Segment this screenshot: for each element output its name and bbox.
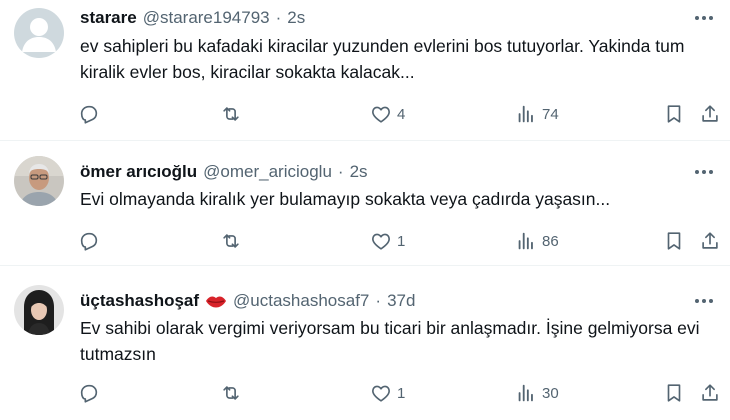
avatar[interactable] [14, 285, 64, 335]
like-button[interactable]: 1 [370, 229, 405, 253]
display-name[interactable]: ömer arıcıoğlu [80, 162, 197, 182]
tweet-actions: 1 30 [78, 381, 720, 405]
user-handle[interactable]: @uctashashosaf7 [233, 291, 369, 311]
heart-icon [372, 385, 390, 402]
timestamp[interactable]: 37d [387, 291, 415, 311]
tweet-text: Evi olmayanda kiralık yer bulamayıp soka… [80, 189, 611, 209]
default-avatar-icon [14, 8, 64, 58]
lips-emoji-icon [205, 294, 227, 308]
reply-button[interactable] [78, 229, 105, 253]
bookmark-icon [667, 105, 681, 123]
reply-icon [80, 384, 98, 403]
separator-dot: · [337, 162, 344, 181]
avatar[interactable] [14, 8, 64, 58]
display-name[interactable]: üçtashashoşaf [80, 291, 199, 311]
reply-icon [80, 105, 98, 124]
tweet-actions: 1 86 [78, 229, 720, 253]
share-icon [702, 232, 718, 249]
more-dots-icon [695, 170, 713, 174]
heart-icon [372, 233, 390, 250]
tweet-feed: starare @starare194793 · 2s ev sahipleri… [0, 0, 730, 420]
reply-button[interactable] [78, 381, 105, 405]
tweet-header: ömer arıcıoğlu @omer_aricioglu · 2s [80, 161, 680, 183]
more-options-button[interactable] [692, 8, 716, 28]
views-button[interactable]: 30 [515, 381, 559, 405]
timestamp[interactable]: 2s [350, 162, 368, 182]
timestamp[interactable]: 2s [287, 8, 305, 28]
separator-dot: · [375, 291, 382, 310]
view-count: 86 [542, 232, 559, 250]
user-handle[interactable]: @starare194793 [143, 8, 270, 28]
user-photo-icon [14, 285, 64, 335]
like-count: 4 [397, 105, 406, 123]
share-button[interactable] [699, 229, 721, 253]
share-button[interactable] [699, 102, 721, 126]
like-count: 1 [397, 232, 406, 250]
reply-button[interactable] [78, 102, 105, 126]
share-button[interactable] [699, 381, 721, 405]
tweet-text: ev sahipleri bu kafadaki kiracilar yuzun… [80, 36, 685, 82]
user-photo-icon [14, 156, 64, 206]
repost-icon [223, 107, 239, 121]
share-icon [702, 384, 718, 401]
repost-button[interactable] [220, 229, 247, 253]
tweet[interactable]: üçtashashoşaf @uctashashosaf7 · 37d Ev s… [0, 265, 730, 420]
repost-icon [223, 386, 239, 400]
user-handle[interactable]: @omer_aricioglu [203, 162, 332, 182]
more-dots-icon [695, 299, 713, 303]
bookmark-icon [667, 232, 681, 250]
bookmark-icon [667, 384, 681, 402]
reply-icon [80, 232, 98, 251]
views-chart-icon [518, 105, 533, 123]
views-button[interactable]: 74 [515, 102, 559, 126]
like-count: 1 [397, 384, 406, 402]
tweet-text: Ev sahibi olarak vergimi veriyorsam bu t… [80, 318, 700, 364]
more-options-button[interactable] [692, 291, 716, 311]
repost-button[interactable] [220, 102, 247, 126]
tweet[interactable]: ömer arıcıoğlu @omer_aricioglu · 2s Evi … [0, 140, 730, 265]
views-chart-icon [518, 384, 533, 402]
bookmark-button[interactable] [663, 381, 685, 405]
share-icon [702, 105, 718, 122]
view-count: 74 [542, 105, 559, 123]
bookmark-button[interactable] [663, 229, 685, 253]
heart-icon [372, 106, 390, 123]
view-count: 30 [542, 384, 559, 402]
repost-button[interactable] [220, 381, 247, 405]
more-options-button[interactable] [692, 162, 716, 182]
tweet-header: starare @starare194793 · 2s [80, 7, 680, 29]
views-chart-icon [518, 232, 533, 250]
tweet-actions: 4 74 [78, 102, 720, 126]
like-button[interactable]: 4 [370, 102, 405, 126]
separator-dot: · [275, 8, 282, 27]
display-name[interactable]: starare [80, 8, 137, 28]
avatar[interactable] [14, 156, 64, 206]
tweet[interactable]: starare @starare194793 · 2s ev sahipleri… [0, 0, 730, 140]
tweet-header: üçtashashoşaf @uctashashosaf7 · 37d [80, 290, 680, 312]
bookmark-button[interactable] [663, 102, 685, 126]
like-button[interactable]: 1 [370, 381, 405, 405]
more-dots-icon [695, 16, 713, 20]
repost-icon [223, 234, 239, 248]
views-button[interactable]: 86 [515, 229, 559, 253]
